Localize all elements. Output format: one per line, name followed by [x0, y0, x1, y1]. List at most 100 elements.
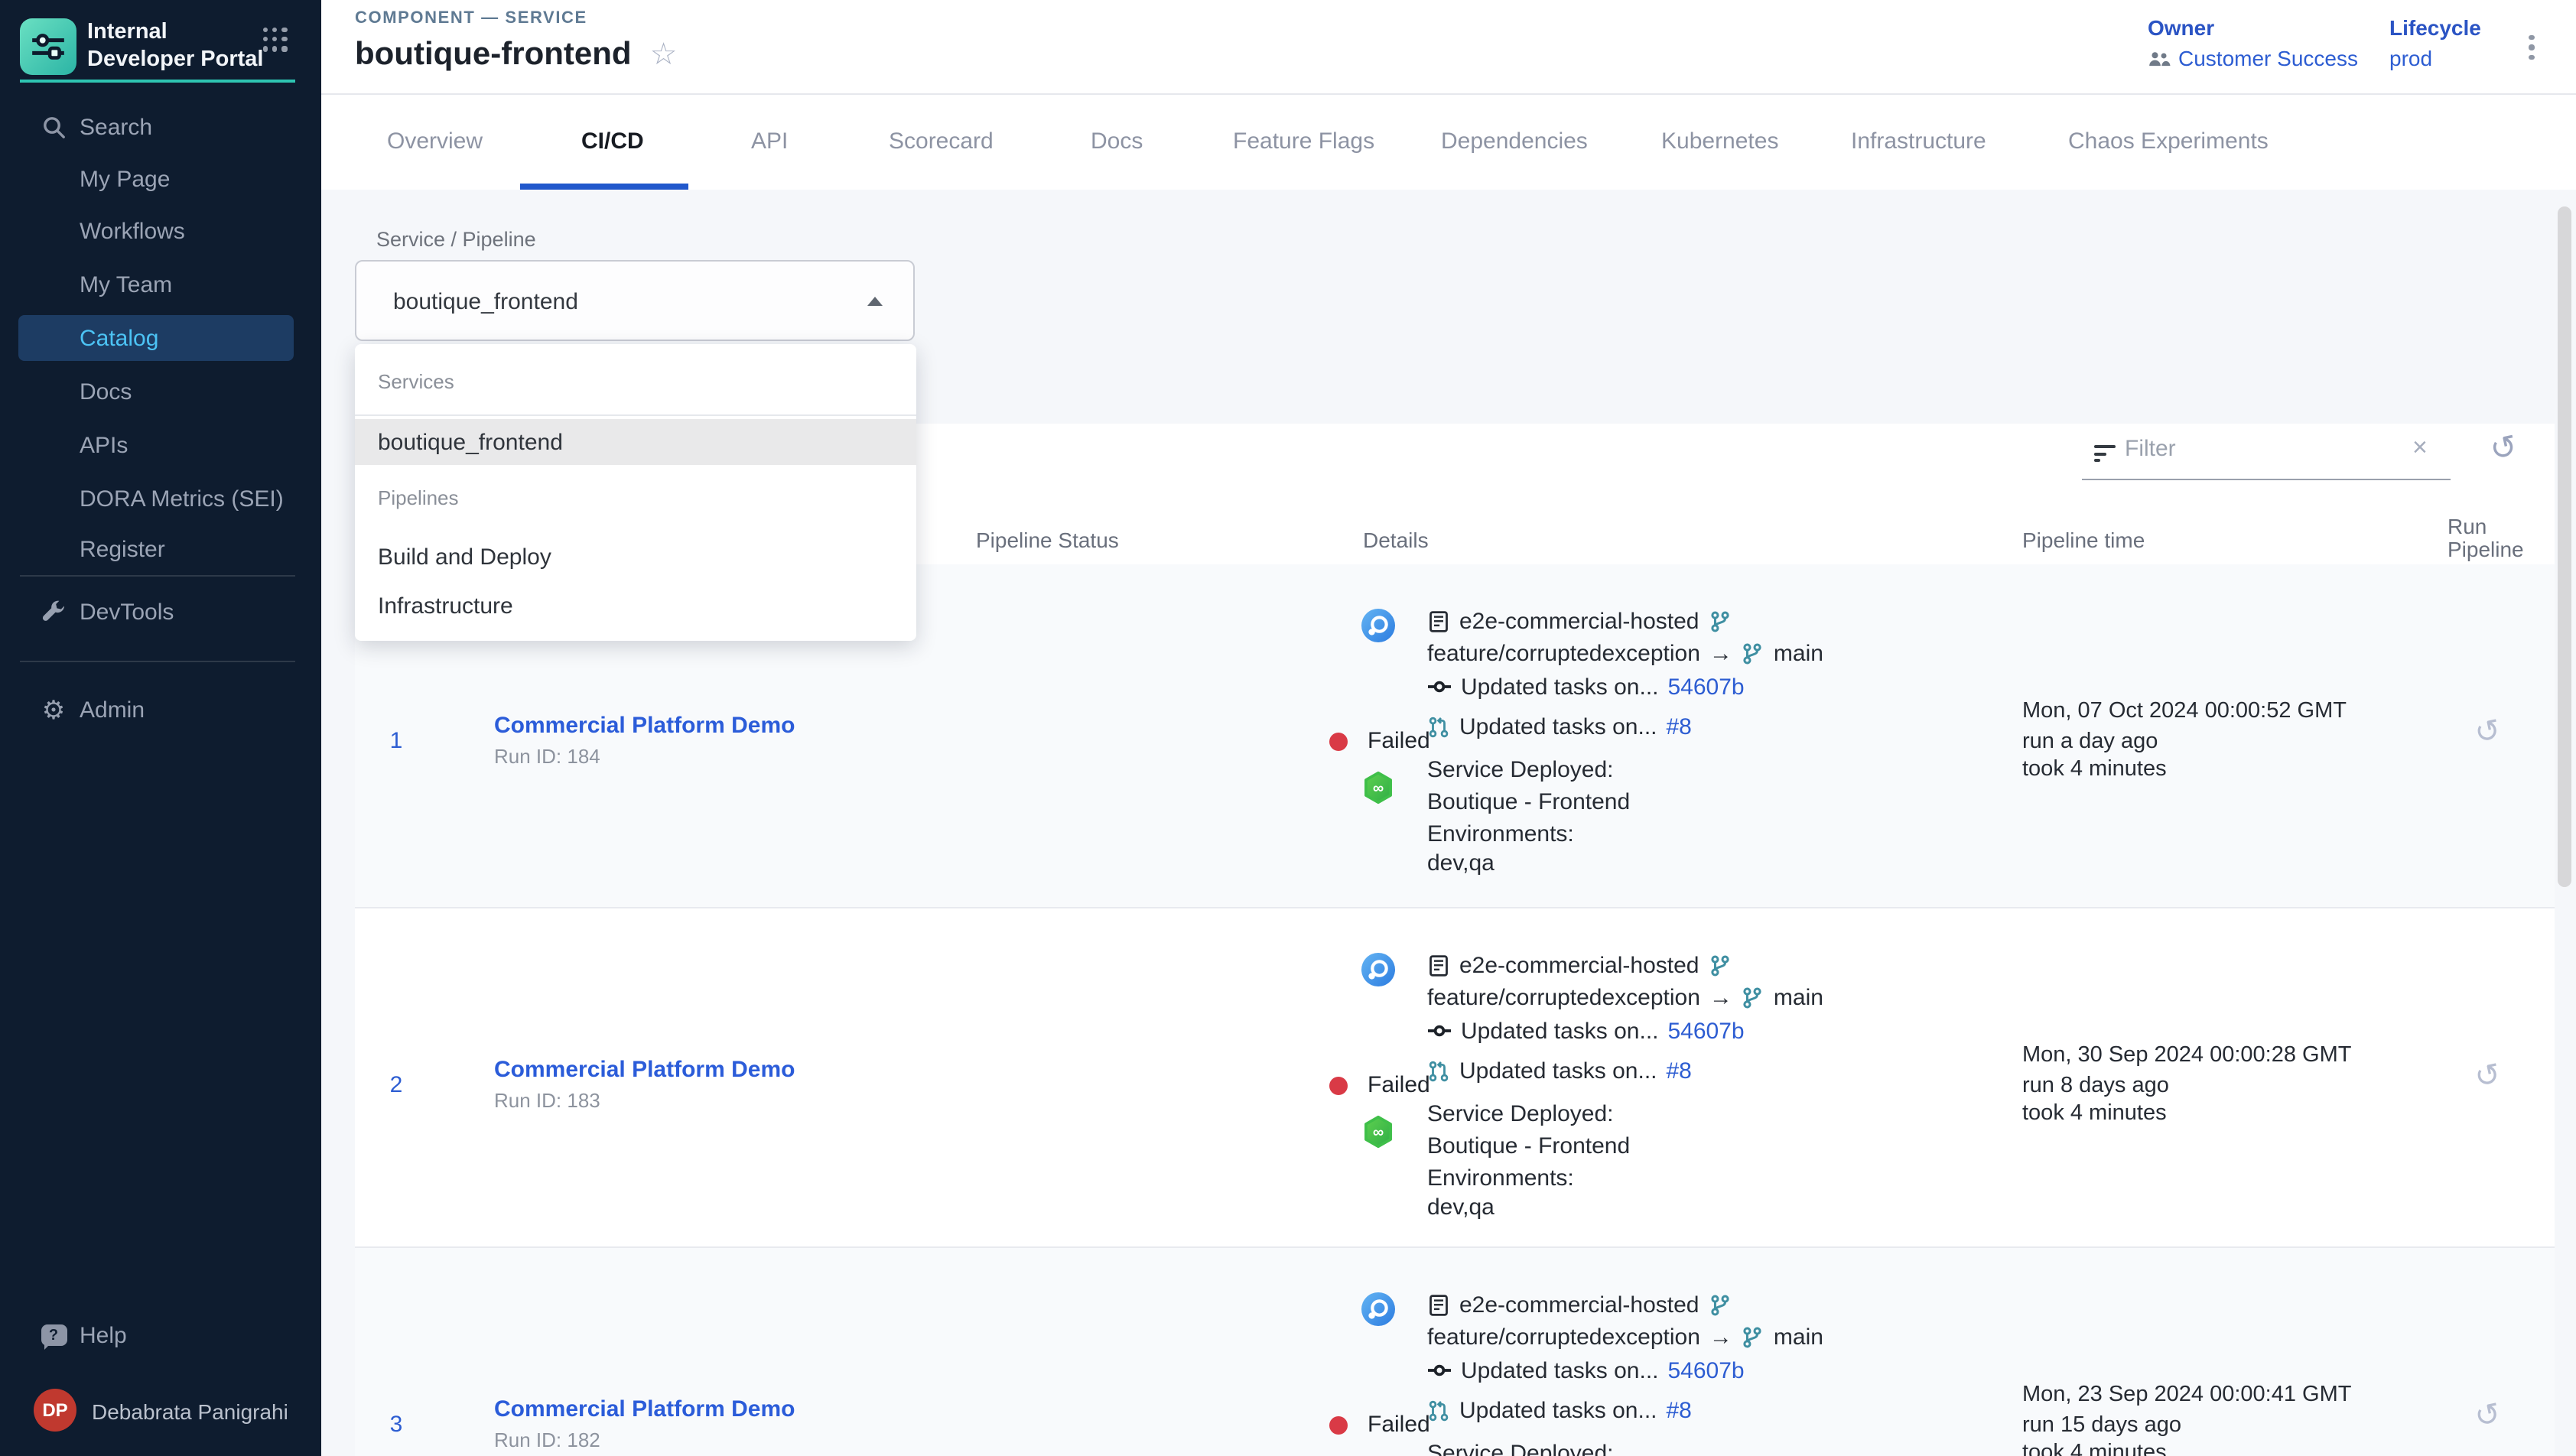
source-branch[interactable]: feature/corruptedexception: [1427, 984, 1700, 1010]
repo-name[interactable]: e2e-commercial-hosted: [1459, 1292, 1699, 1318]
pipeline-name-link[interactable]: Commercial Platform Demo: [494, 1057, 795, 1083]
tab-dependencies[interactable]: Dependencies: [1441, 128, 1588, 154]
app-screen: Internal Developer Portal Search My Page…: [0, 0, 2576, 1456]
pipeline-name-link[interactable]: Commercial Platform Demo: [494, 713, 795, 739]
run-number-link[interactable]: 1: [376, 728, 416, 754]
sidebar-item-label: Register: [80, 536, 165, 562]
repo-name[interactable]: e2e-commercial-hosted: [1459, 952, 1699, 978]
apps-grid-icon[interactable]: [263, 28, 288, 52]
sidebar-item-search[interactable]: Search: [0, 104, 321, 150]
sidebar-divider: [20, 575, 295, 577]
sidebar-item-docs[interactable]: Docs: [0, 369, 321, 414]
breadcrumb: COMPONENT — SERVICE: [355, 9, 587, 28]
scrollbar-thumb[interactable]: [2558, 206, 2571, 887]
clear-filter-icon[interactable]: ×: [2412, 433, 2428, 463]
table-row: 2 Commercial Platform Demo Run ID: 183 F…: [355, 908, 2555, 1248]
dropdown-option-label: Infrastructure: [378, 593, 513, 619]
tab-chaos-experiments[interactable]: Chaos Experiments: [2068, 128, 2269, 154]
sidebar-item-help[interactable]: ? Help: [0, 1312, 321, 1358]
tab-api[interactable]: API: [751, 128, 788, 154]
run-header-line1: Run: [2448, 514, 2487, 538]
sidebar-item-apis[interactable]: APIs: [0, 422, 321, 468]
pipeline-name-link[interactable]: Commercial Platform Demo: [494, 1396, 795, 1422]
deploy-line: Service Deployed:: [1427, 757, 1613, 783]
failed-status-dot: [1329, 1077, 1348, 1095]
wrench-icon: [40, 598, 67, 626]
sidebar-item-workflows[interactable]: Workflows: [0, 208, 321, 254]
arrow-icon: →: [1709, 640, 1732, 666]
tab-kubernetes[interactable]: Kubernetes: [1661, 128, 1778, 154]
run-id: Run ID: 183: [494, 1089, 600, 1112]
filter-input[interactable]: [2125, 436, 2400, 462]
status-text: Failed: [1368, 1072, 1430, 1098]
commit-message: Updated tasks on...: [1461, 1357, 1659, 1383]
target-branch[interactable]: main: [1774, 1324, 1823, 1350]
tab-scorecard[interactable]: Scorecard: [889, 128, 994, 154]
column-header-pipeline-status: Pipeline Status: [976, 528, 1119, 552]
run-duration: took 4 minutes: [2022, 757, 2167, 782]
target-branch[interactable]: main: [1774, 640, 1823, 666]
refresh-icon[interactable]: ↺: [2487, 431, 2520, 467]
run-id: Run ID: 184: [494, 745, 600, 768]
favorite-star-icon[interactable]: ☆: [650, 40, 678, 70]
repo-name[interactable]: e2e-commercial-hosted: [1459, 608, 1699, 634]
pr-number-link[interactable]: #8: [1667, 713, 1692, 739]
tab-overview[interactable]: Overview: [387, 128, 483, 154]
run-number-link[interactable]: 2: [376, 1072, 416, 1098]
sidebar-item-label: Workflows: [80, 218, 185, 244]
dropdown-group-services: Services: [378, 370, 454, 393]
deploy-line: dev,qa: [1427, 850, 1495, 876]
commit-hash-link[interactable]: 54607b: [1668, 1357, 1745, 1383]
deploy-line: Boutique - Frontend: [1427, 789, 1630, 815]
service-pipeline-select[interactable]: boutique_frontend: [355, 260, 915, 341]
harness-idp-logo-icon[interactable]: [20, 18, 76, 75]
sidebar-item-label: Docs: [80, 379, 132, 405]
rerun-pipeline-icon[interactable]: ↺: [2472, 715, 2503, 750]
sidebar-item-register[interactable]: Register: [0, 526, 321, 572]
pr-number-link[interactable]: #8: [1667, 1397, 1692, 1423]
service-pipeline-dropdown: Services boutique_frontend Pipelines Bui…: [355, 344, 916, 641]
sidebar-item-devtools[interactable]: DevTools: [0, 589, 321, 635]
dropdown-option-build-and-deploy[interactable]: Build and Deploy: [355, 534, 916, 580]
avatar-initials: DP: [42, 1399, 67, 1421]
dropdown-option-boutique-frontend[interactable]: boutique_frontend: [355, 419, 916, 465]
sidebar-item-my-page[interactable]: My Page: [0, 156, 321, 202]
pr-number-link[interactable]: #8: [1667, 1058, 1692, 1084]
tab-cicd[interactable]: CI/CD: [581, 128, 644, 154]
sidebar: Internal Developer Portal Search My Page…: [0, 0, 321, 1456]
user-avatar[interactable]: DP: [34, 1389, 76, 1432]
git-branch-icon: [1708, 1293, 1731, 1316]
tab-docs[interactable]: Docs: [1091, 128, 1143, 154]
rerun-pipeline-icon[interactable]: ↺: [2472, 1399, 2503, 1434]
brand-divider: [20, 80, 295, 83]
entity-tabs: Overview CI/CD API Scorecard Docs Featur…: [321, 95, 2576, 190]
active-tab-underline: [520, 184, 688, 190]
run-timestamp: Mon, 07 Oct 2024 00:00:52 GMT: [2022, 699, 2347, 723]
ci-stage-icon: [1361, 953, 1395, 986]
tab-feature-flags[interactable]: Feature Flags: [1233, 128, 1374, 154]
run-number-link[interactable]: 3: [376, 1412, 416, 1438]
sidebar-item-catalog[interactable]: Catalog: [0, 315, 321, 361]
target-branch[interactable]: main: [1774, 984, 1823, 1010]
chevron-up-icon: [867, 297, 883, 306]
more-options-kebab-icon[interactable]: [2519, 28, 2544, 67]
commit-hash-link[interactable]: 54607b: [1668, 1018, 1745, 1044]
user-name[interactable]: Debabrata Panigrahi: [92, 1399, 288, 1424]
rerun-pipeline-icon[interactable]: ↺: [2472, 1059, 2503, 1094]
sidebar-item-dora-metrics[interactable]: DORA Metrics (SEI): [0, 476, 321, 522]
sidebar-divider: [20, 661, 295, 662]
git-branch-icon: [1742, 986, 1764, 1009]
git-branch-icon: [1742, 642, 1764, 665]
commit-message: Updated tasks on...: [1461, 674, 1659, 700]
source-branch[interactable]: feature/corruptedexception: [1427, 640, 1700, 666]
repository-icon: [1427, 954, 1450, 977]
owner-link[interactable]: Customer Success: [2148, 46, 2358, 70]
dropdown-option-infrastructure[interactable]: Infrastructure: [355, 583, 916, 629]
tab-infrastructure[interactable]: Infrastructure: [1851, 128, 1986, 154]
sidebar-item-my-team[interactable]: My Team: [0, 262, 321, 307]
git-branch-icon: [1708, 954, 1731, 977]
sidebar-item-admin[interactable]: ⚙ Admin: [0, 687, 321, 733]
commit-hash-link[interactable]: 54607b: [1668, 674, 1745, 700]
source-branch[interactable]: feature/corruptedexception: [1427, 1324, 1700, 1350]
dropdown-divider: [355, 414, 916, 416]
